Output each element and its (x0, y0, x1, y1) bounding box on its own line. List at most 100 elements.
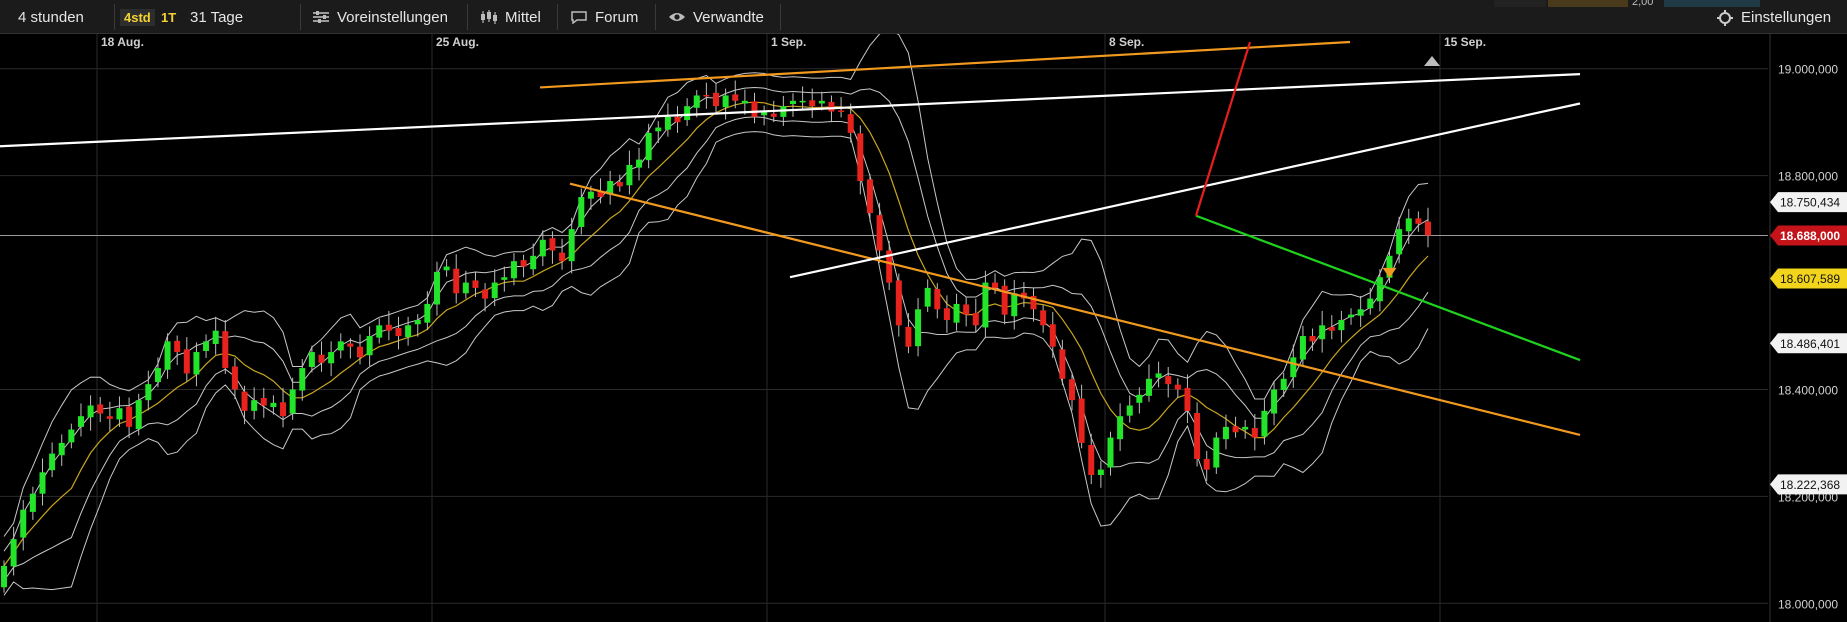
candle-body (1040, 310, 1047, 326)
candle-body (1415, 218, 1422, 224)
candle-body (10, 539, 17, 567)
candle-body (828, 101, 835, 112)
price-tick-label: 18.400,000 (1778, 383, 1838, 397)
candle-body (1, 565, 7, 588)
candle-body (366, 336, 373, 356)
candle-body (241, 391, 248, 411)
averages-button[interactable]: Mittel (480, 0, 541, 34)
related-label: Verwandte (693, 8, 764, 26)
candle-body (530, 255, 537, 270)
alert-marker (1424, 56, 1440, 66)
candle-body (231, 366, 238, 390)
candle-body (174, 340, 181, 353)
candle-body (193, 352, 200, 375)
candle-body (732, 94, 739, 101)
candle-body (713, 92, 719, 107)
forum-button[interactable]: Forum (570, 0, 638, 34)
candle-body (645, 132, 652, 161)
candle-body (318, 354, 325, 363)
candle-body (943, 308, 950, 320)
top-field-brown[interactable] (1548, 0, 1628, 7)
candle-body (1011, 293, 1018, 317)
candle-body (1242, 426, 1249, 430)
timeframe-4std-button[interactable]: 4std (120, 9, 155, 26)
candle-body (587, 191, 594, 199)
candle-body (809, 100, 816, 107)
date-tick-label: 8 Sep. (1109, 35, 1144, 49)
candle-body (97, 404, 104, 414)
toolbar-divider (467, 4, 468, 30)
candle-body (1203, 458, 1210, 470)
toolbar-divider (557, 4, 558, 30)
candle-body (1261, 410, 1268, 437)
top-field-empty[interactable] (1494, 0, 1546, 7)
candle-body (39, 472, 46, 494)
candle-body (1107, 437, 1114, 468)
related-button[interactable]: Verwandte (668, 0, 764, 34)
candle-body (1049, 324, 1056, 347)
candle-body (866, 179, 873, 214)
sliders-icon (312, 10, 330, 24)
indicator-bands (3, 34, 1429, 596)
presets-button[interactable]: Voreinstellungen (312, 0, 448, 34)
candle-body (1059, 349, 1066, 379)
candle-body (1155, 373, 1162, 378)
price-label-text: 18.222,368 (1780, 478, 1840, 492)
candle-body (818, 100, 825, 104)
candle-body (1184, 387, 1191, 411)
candle-body (1405, 218, 1412, 232)
candle-body (280, 402, 287, 417)
candle-body (1222, 426, 1229, 440)
candle-body (20, 509, 27, 538)
candle-body (1309, 336, 1316, 342)
candle-body (1299, 336, 1306, 360)
candle-body (376, 325, 383, 338)
candle-body (1280, 378, 1287, 391)
candle-body (212, 330, 219, 345)
candle-body (1174, 384, 1181, 390)
candle-body (385, 324, 392, 331)
candle-body (1396, 229, 1403, 255)
candle-body (915, 309, 922, 347)
candle-body (1348, 314, 1355, 318)
candle-body (578, 197, 585, 227)
candle-body (308, 352, 315, 368)
candle-body (395, 328, 402, 337)
candle-body (953, 303, 960, 323)
top-field-value: 2,00 (1632, 0, 1654, 8)
candlestick-chart[interactable]: 18 Aug. 25 Aug. 1 Sep. 8 Sep. 15 Sep. 19.000… (0, 34, 1847, 622)
candle-body (1126, 405, 1133, 416)
candle-body (722, 95, 729, 108)
bollinger-inner-lower (3, 116, 1429, 581)
interval-selector[interactable]: 4 stunden (18, 0, 84, 34)
candle-body (789, 100, 796, 105)
range-label: 31 Tage (190, 8, 244, 26)
candle-body (68, 429, 75, 443)
candle-body (414, 319, 421, 325)
price-label-text: 18.607,589 (1780, 272, 1840, 286)
candle-body (1097, 469, 1104, 475)
candle-body (433, 271, 440, 305)
candle-body (337, 341, 344, 351)
candle-body (963, 304, 970, 315)
candle-body (674, 116, 681, 123)
candle-body (924, 287, 931, 307)
trendline-red (1194, 41, 1252, 217)
range-selector[interactable]: 31 Tage (190, 0, 243, 34)
candle-body (770, 113, 777, 117)
bollinger-outer-lower (3, 131, 1429, 596)
toolbar-divider (300, 4, 301, 30)
timeframe-1t-button[interactable]: 1T (157, 9, 180, 26)
candle-body (1251, 427, 1258, 438)
candle-body (616, 182, 623, 187)
candle-body (982, 282, 989, 328)
presets-label: Voreinstellungen (337, 8, 448, 26)
candle-body (289, 389, 296, 414)
settings-button[interactable]: Einstellungen (1716, 0, 1831, 34)
candle-body (539, 239, 546, 257)
candle-body (203, 341, 210, 351)
candle-body (876, 215, 883, 251)
price-label-text: 18.750,434 (1780, 196, 1840, 210)
date-tick-label: 25 Aug. (436, 35, 479, 49)
candle-body (87, 405, 94, 418)
